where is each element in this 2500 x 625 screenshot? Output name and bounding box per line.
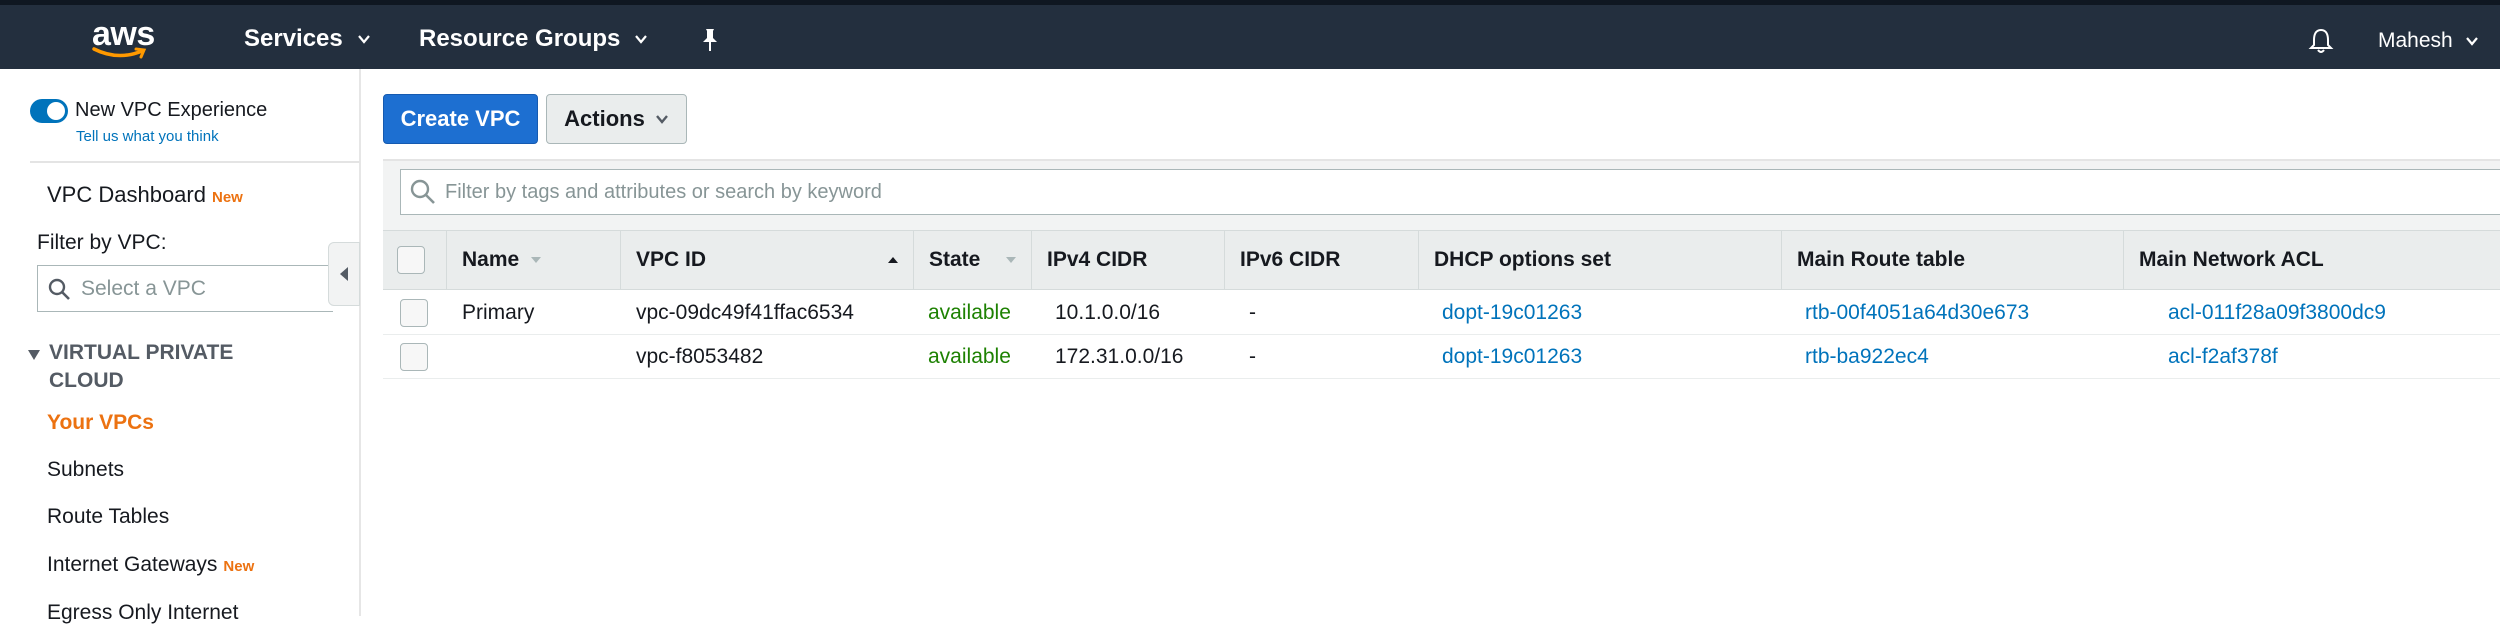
cell-dhcp-link[interactable]: dopt-19c01263 — [1442, 291, 1582, 335]
sidebar-item-internet-gateways[interactable]: Internet Gateways New — [47, 553, 254, 577]
table-header: Name VPC ID State IPv4 CIDR IPv6 CIDR DH… — [383, 230, 2500, 290]
cell-route-table-link[interactable]: rtb-ba922ec4 — [1805, 335, 1929, 379]
search-box — [400, 169, 2500, 215]
create-vpc-button[interactable]: Create VPC — [383, 94, 538, 144]
resource-groups-menu[interactable]: Resource Groups — [419, 25, 648, 53]
new-vpc-experience-toggle[interactable] — [30, 99, 68, 123]
caret-down-icon — [28, 350, 40, 360]
feedback-link[interactable]: Tell us what you think — [76, 128, 219, 145]
chevron-down-icon — [635, 35, 648, 44]
caret-left-icon — [340, 267, 348, 281]
sidebar-item-subnets[interactable]: Subnets — [47, 458, 124, 482]
chevron-down-icon — [357, 35, 370, 44]
aws-logo[interactable]: aws — [86, 15, 166, 63]
cell-vpc-id: vpc-09dc49f41ffac6534 — [636, 301, 854, 324]
search-icon — [410, 179, 435, 204]
actions-label: Actions — [564, 106, 645, 131]
column-header-ipv4-cidr[interactable]: IPv4 CIDR — [1031, 231, 1224, 289]
section-heading-line1: VIRTUAL PRIVATE — [49, 341, 234, 364]
column-header-vpc-id[interactable]: VPC ID — [620, 231, 913, 289]
column-header-label: Main Network ACL — [2139, 248, 2324, 271]
new-badge: New — [211, 189, 243, 206]
sidebar-item-label: Internet Gateways — [47, 553, 218, 576]
cell-network-acl-link[interactable]: acl-f2af378f — [2168, 335, 2278, 379]
sidebar-divider — [30, 161, 360, 163]
cell-name: Primary — [462, 301, 535, 324]
toggle-knob — [47, 102, 65, 120]
cell-state: available — [928, 345, 1011, 368]
top-navigation-bar: aws Services Resource Groups Mahesh — [0, 0, 2500, 69]
cell-ipv6-cidr: - — [1249, 345, 1256, 368]
cell-ipv4-cidr: 172.31.0.0/16 — [1055, 345, 1184, 368]
cell-network-acl-link[interactable]: acl-011f28a09f3800dc9 — [2168, 291, 2386, 335]
search-icon — [48, 278, 70, 300]
chevron-down-icon — [2465, 37, 2478, 46]
sidebar-item-route-tables[interactable]: Route Tables — [47, 505, 169, 529]
cell-route-table-link[interactable]: rtb-00f4051a64d30e673 — [1805, 291, 2029, 335]
sidebar-item-label: VPC Dashboard — [47, 182, 206, 207]
services-menu[interactable]: Services — [244, 25, 371, 53]
cell-dhcp-link[interactable]: dopt-19c01263 — [1442, 335, 1582, 379]
column-header-label: Name — [462, 248, 520, 271]
filter-by-vpc-label: Filter by VPC: — [37, 231, 167, 254]
section-heading-line2: CLOUD — [49, 369, 124, 392]
column-header-state[interactable]: State — [913, 231, 1031, 289]
column-header-label: IPv4 CIDR — [1047, 248, 1148, 271]
search-input[interactable] — [445, 180, 2345, 204]
select-all-checkbox[interactable] — [397, 246, 425, 274]
sidebar-item-your-vpcs[interactable]: Your VPCs — [47, 411, 154, 435]
section-heading-virtual-private-cloud[interactable]: VIRTUAL PRIVATE CLOUD — [27, 339, 327, 395]
aws-smile-icon — [92, 47, 147, 59]
column-header-ipv6-cidr[interactable]: IPv6 CIDR — [1224, 231, 1418, 289]
vpc-filter-select[interactable]: Select a VPC — [37, 265, 333, 312]
actions-button[interactable]: Actions — [546, 94, 687, 144]
user-menu[interactable]: Mahesh — [2378, 29, 2479, 53]
table-row[interactable]: Primary vpc-09dc49f41ffac6534 available … — [383, 291, 2500, 335]
bell-icon[interactable] — [2308, 27, 2334, 55]
sidebar-item-vpc-dashboard[interactable]: VPC Dashboard New — [47, 182, 243, 208]
sort-up-icon — [888, 257, 898, 263]
column-header-label: VPC ID — [636, 248, 707, 271]
cell-vpc-id: vpc-f8053482 — [636, 345, 764, 368]
search-bar-container — [383, 161, 2500, 230]
cell-state: available — [928, 301, 1011, 324]
column-header-dhcp-options-set[interactable]: DHCP options set — [1418, 231, 1781, 289]
row-checkbox[interactable] — [400, 299, 428, 327]
column-header-main-route-table[interactable]: Main Route table — [1781, 231, 2123, 289]
sort-down-icon — [531, 257, 541, 263]
cell-ipv4-cidr: 10.1.0.0/16 — [1055, 301, 1161, 324]
sidebar-item-egress-only-internet[interactable]: Egress Only Internet — [47, 601, 238, 625]
chevron-down-icon — [655, 115, 668, 124]
user-name: Mahesh — [2378, 29, 2453, 52]
sidebar: New VPC Experience Tell us what you thin… — [0, 69, 361, 624]
column-header-label: State — [929, 248, 981, 271]
table-row[interactable]: vpc-f8053482 available 172.31.0.0/16 - d… — [383, 335, 2500, 379]
column-header-main-network-acl[interactable]: Main Network ACL — [2123, 231, 2500, 289]
collapse-sidebar-button[interactable] — [328, 242, 360, 306]
sort-down-icon — [1006, 257, 1016, 263]
resource-groups-label: Resource Groups — [419, 25, 621, 52]
column-header-label: Main Route table — [1797, 248, 1966, 271]
column-header-label: IPv6 CIDR — [1240, 248, 1341, 271]
new-badge: New — [223, 558, 255, 575]
new-vpc-experience-label: New VPC Experience — [75, 99, 268, 121]
column-header-label: DHCP options set — [1434, 248, 1611, 271]
vpc-filter-placeholder: Select a VPC — [81, 276, 206, 300]
cell-ipv6-cidr: - — [1249, 301, 1256, 324]
pin-icon[interactable] — [698, 27, 722, 53]
column-header-name[interactable]: Name — [446, 231, 556, 289]
row-checkbox[interactable] — [400, 343, 428, 371]
services-label: Services — [244, 25, 343, 52]
